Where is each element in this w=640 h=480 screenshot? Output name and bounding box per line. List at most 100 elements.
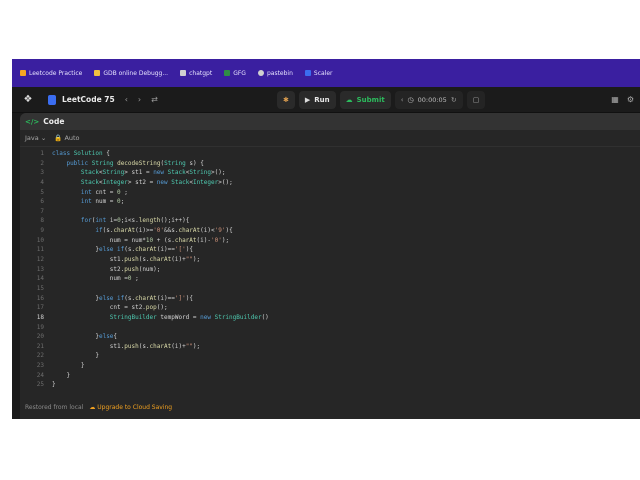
cloud-upload-icon: ☁ (345, 96, 353, 104)
line-number: 22 (36, 352, 44, 360)
code-line[interactable]: 15 (20, 284, 640, 294)
gdb-icon (94, 70, 101, 76)
line-number: 3 (40, 169, 44, 177)
code-text: int cnt = 0 ; (80, 188, 128, 196)
code-text: }else if(s.charAt(i)==']'){ (52, 294, 193, 302)
line-number: 20 (36, 333, 44, 341)
auto-mode-toggle[interactable]: 🔒 Auto (54, 134, 79, 142)
code-line[interactable]: 17 cnt = st2.pop(); (20, 303, 640, 313)
code-line[interactable]: 12 st1.push(s.charAt(i)+""); (20, 255, 640, 265)
code-text: class Solution { (52, 150, 110, 157)
code-line[interactable]: 2 public String decodeString(String s) { (20, 159, 640, 169)
code-line[interactable]: 22 } (20, 351, 640, 361)
line-number: 21 (36, 342, 44, 350)
list-icon (20, 70, 26, 76)
debug-button[interactable]: ✱ (277, 91, 295, 109)
code-line[interactable]: 24 } (20, 371, 640, 381)
code-line[interactable]: 21 st1.push(s.charAt(i)+""); (20, 342, 640, 352)
chevron-left-icon: ‹ (400, 96, 404, 104)
bookmark-chatgpt[interactable]: chatgpt (180, 70, 212, 77)
lock-icon: 🔒 (54, 134, 63, 142)
code-editor[interactable]: 1 class Solution { 2 public String decodeS… (20, 149, 640, 395)
submit-button[interactable]: ☁ Submit (339, 91, 391, 109)
code-line[interactable]: 9 if(s.charAt(i)>='0'&&s.charAt(i)<'9'){ (20, 226, 640, 236)
code-line[interactable]: 23 } (20, 361, 640, 371)
line-number: 25 (36, 381, 44, 389)
code-line[interactable]: 20 }else{ (20, 332, 640, 342)
code-line[interactable]: 14 num =0 ; (20, 274, 640, 284)
code-line[interactable]: 25} (20, 380, 640, 390)
code-text: Stack<String> st1 = new Stack<String>(); (80, 169, 226, 177)
code-line[interactable]: 5 int cnt = 0 ; (20, 188, 640, 198)
code-line[interactable]: 7 (20, 207, 640, 217)
code-line[interactable]: 11 }else if(s.charAt(i)=='['){ (20, 245, 640, 255)
bookmark-label: GDB online Debugg... (103, 69, 169, 77)
line-number: 23 (36, 362, 44, 370)
code-line[interactable]: 19 (20, 323, 640, 333)
line-number: 17 (36, 304, 44, 312)
code-text: st1.push(s.charAt(i)+""); (52, 256, 201, 264)
note-icon: ▢ (472, 96, 480, 104)
timer-value: 00:00:05 (417, 96, 447, 104)
bookmark-scaler[interactable]: Scaler (304, 69, 333, 77)
panel-header: </> Code (20, 113, 640, 130)
code-text: public String decodeString(String s) { (66, 159, 204, 167)
code-line[interactable]: 10 num = num*10 + (s.charAt(i)-'0'); (20, 236, 640, 246)
code-text: }else if(s.charAt(i)=='['){ (52, 246, 193, 254)
line-number: 12 (36, 256, 44, 264)
bookmark-label: chatgpt (189, 69, 213, 77)
code-line[interactable]: 13 st2.push(num); (20, 265, 640, 275)
submit-label: Submit (356, 96, 385, 104)
bookmark-gdb[interactable]: GDB online Debugg... (94, 70, 168, 77)
bookmark-leetcode-practice[interactable]: Leetcode Practice (20, 70, 82, 77)
code-text: } (52, 362, 85, 370)
layout-grid-icon[interactable]: ▦ (611, 95, 619, 104)
code-line[interactable]: 3 Stack<String> st1 = new Stack<String>(… (20, 168, 640, 178)
bookmark-label: GFG (233, 69, 246, 77)
note-button[interactable]: ▢ (466, 91, 486, 109)
line-number: 18 (36, 313, 44, 321)
bookmark-pastebin[interactable]: pastebin (257, 69, 293, 77)
code-line[interactable]: 1 class Solution { (20, 149, 640, 159)
code-line[interactable]: 8 for(int i=0;i<s.length();i++){ (20, 216, 640, 226)
code-text: st2.push(num); (52, 265, 161, 273)
leetcode-logo-icon[interactable]: ❖ (22, 94, 34, 106)
code-icon: </> (25, 117, 40, 126)
next-problem-icon[interactable]: › (138, 95, 141, 104)
timer[interactable]: ‹ ◷ 00:00:05 ↻ (394, 91, 463, 109)
line-number: 2 (40, 159, 44, 167)
upgrade-link[interactable]: ☁ Upgrade to Cloud Saving (89, 404, 172, 411)
bookmark-label: Scaler (313, 69, 333, 77)
code-line[interactable]: 18 StringBuilder tempWord = new StringBu… (20, 313, 640, 323)
code-text: num = num*10 + (s.charAt(i)-'0'); (52, 236, 230, 244)
language-select[interactable]: Java ⌄ (25, 134, 46, 142)
code-text: if(s.charAt(i)>='0'&&s.charAt(i)<'9'){ (95, 227, 233, 235)
restored-text: Restored from local (25, 404, 84, 411)
play-icon: ▶ (304, 96, 311, 104)
layout-controls: ▦ ⚙ (611, 95, 634, 104)
run-label: Run (314, 96, 330, 104)
line-number: 1 (40, 150, 44, 157)
bug-icon: ✱ (283, 96, 289, 104)
bookmark-label: pastebin (266, 69, 293, 77)
bookmark-gfg[interactable]: GFG (224, 70, 246, 77)
code-line[interactable]: 16 }else if(s.charAt(i)==']'){ (20, 294, 640, 304)
prev-problem-icon[interactable]: ‹ (125, 95, 128, 104)
scaler-icon (304, 70, 311, 76)
reset-icon[interactable]: ↻ (451, 96, 457, 104)
problem-list-title[interactable]: LeetCode 75 (62, 95, 115, 104)
shuffle-icon[interactable]: ⇄ (151, 95, 158, 104)
run-button[interactable]: ▶ Run (298, 91, 336, 109)
bookmark-label: Leetcode Practice (29, 69, 83, 77)
line-number: 24 (36, 371, 44, 379)
chevron-down-icon: ⌄ (40, 134, 47, 142)
settings-icon[interactable]: ⚙ (627, 95, 634, 104)
line-number: 6 (40, 198, 44, 206)
panel-title: Code (43, 117, 65, 126)
code-line[interactable]: 6 int num = 0; (20, 197, 640, 207)
editor-toolbar: Java ⌄ 🔒 Auto (20, 130, 640, 147)
code-line[interactable]: 4 Stack<Integer> st2 = new Stack<Integer… (20, 178, 640, 188)
code-text: for(int i=0;i<s.length();i++){ (80, 217, 190, 225)
